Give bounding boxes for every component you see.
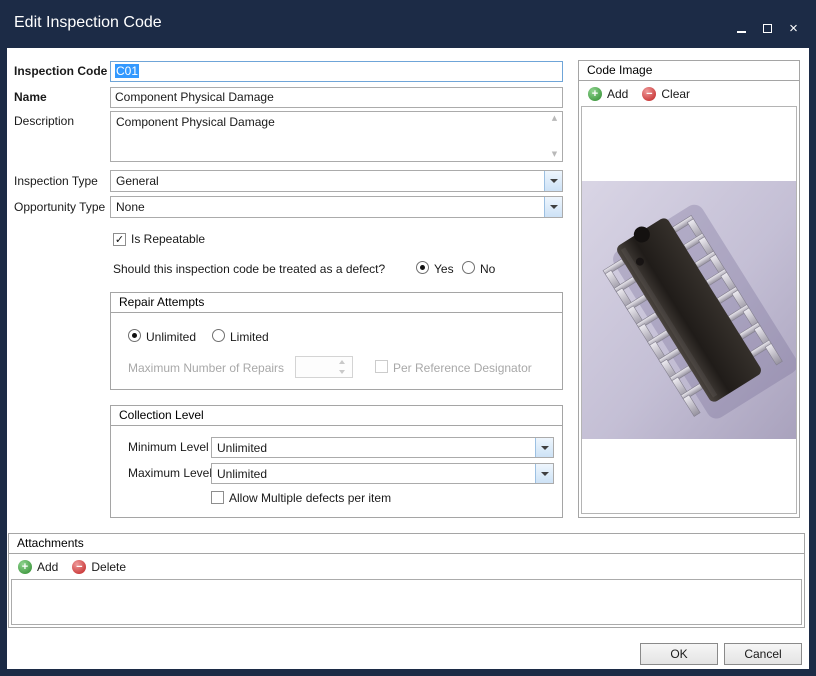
opportunity-type-value: None bbox=[116, 200, 145, 214]
window-title: Edit Inspection Code bbox=[14, 14, 162, 32]
inspection-code-value: C01 bbox=[115, 64, 139, 78]
inspection-type-value: General bbox=[116, 174, 159, 188]
collection-level-group: Collection Level Minimum Level Unlimited… bbox=[110, 405, 563, 518]
limited-radio[interactable] bbox=[212, 329, 225, 342]
window-controls: × bbox=[735, 22, 800, 35]
minimum-level-dropdown-button[interactable] bbox=[535, 438, 553, 457]
description-scrollbar[interactable]: ▲ ▼ bbox=[547, 112, 562, 161]
maximize-button[interactable] bbox=[761, 22, 774, 35]
opportunity-type-label: Opportunity Type bbox=[14, 196, 105, 218]
code-image-clear-button[interactable]: − Clear bbox=[642, 87, 690, 101]
maximum-level-dropdown[interactable]: Unlimited bbox=[211, 463, 554, 484]
opportunity-type-dropdown-button[interactable] bbox=[544, 197, 562, 217]
minimum-level-label: Minimum Level bbox=[128, 437, 209, 458]
chevron-down-icon bbox=[550, 205, 558, 209]
allow-multiple-checkbox[interactable] bbox=[211, 491, 224, 504]
code-image-add-label: Add bbox=[607, 87, 628, 101]
attachments-add-label: Add bbox=[37, 560, 58, 574]
minimum-level-value: Unlimited bbox=[217, 441, 267, 455]
minimize-button[interactable] bbox=[735, 22, 748, 35]
code-image-photo bbox=[582, 181, 796, 439]
inspection-type-label: Inspection Type bbox=[14, 170, 98, 192]
name-input[interactable]: Component Physical Damage bbox=[110, 87, 563, 108]
inspection-type-dropdown-button[interactable] bbox=[544, 171, 562, 191]
allow-multiple-label: Allow Multiple defects per item bbox=[229, 491, 391, 505]
name-label: Name bbox=[14, 87, 47, 108]
attachments-delete-label: Delete bbox=[91, 560, 126, 574]
inspection-code-label: Inspection Code bbox=[14, 61, 107, 82]
inspection-type-dropdown[interactable]: General bbox=[110, 170, 563, 192]
scroll-up-icon[interactable]: ▲ bbox=[552, 115, 557, 122]
is-repeatable-checkbox[interactable]: ✓ bbox=[113, 233, 126, 246]
code-image-group: Code Image + Add − Clear bbox=[578, 60, 800, 518]
description-textarea[interactable]: Component Physical Damage ▲ ▼ bbox=[110, 111, 563, 162]
code-image-add-button[interactable]: + Add bbox=[588, 87, 628, 101]
attachments-list[interactable] bbox=[11, 579, 802, 625]
per-reference-label: Per Reference Designator bbox=[393, 361, 532, 375]
unlimited-radio[interactable] bbox=[128, 329, 141, 342]
attachments-delete-button[interactable]: − Delete bbox=[72, 560, 126, 574]
scroll-down-icon[interactable]: ▼ bbox=[552, 151, 557, 158]
opportunity-type-dropdown[interactable]: None bbox=[110, 196, 563, 218]
maximum-level-dropdown-button[interactable] bbox=[535, 464, 553, 483]
name-value: Component Physical Damage bbox=[115, 90, 274, 104]
maximum-level-value: Unlimited bbox=[217, 467, 267, 481]
code-image-box bbox=[581, 106, 797, 514]
code-image-clear-label: Clear bbox=[661, 87, 690, 101]
clear-icon: − bbox=[642, 87, 656, 101]
add-icon: + bbox=[588, 87, 602, 101]
code-image-toolbar: + Add − Clear bbox=[579, 82, 799, 105]
chevron-down-icon bbox=[541, 472, 549, 476]
unlimited-label: Unlimited bbox=[146, 330, 196, 344]
maximum-level-label: Maximum Level bbox=[128, 463, 212, 484]
collection-level-title: Collection Level bbox=[111, 406, 562, 426]
attachments-add-button[interactable]: + Add bbox=[18, 560, 58, 574]
attachments-toolbar: + Add − Delete bbox=[9, 555, 804, 578]
check-icon: ✓ bbox=[115, 234, 124, 245]
limited-label: Limited bbox=[230, 330, 269, 344]
repair-attempts-title: Repair Attempts bbox=[111, 293, 562, 313]
spinner-arrows-icon bbox=[339, 360, 345, 374]
description-label: Description bbox=[14, 111, 74, 132]
attachments-group: Attachments + Add − Delete bbox=[8, 533, 805, 628]
attachments-title: Attachments bbox=[9, 534, 804, 554]
defect-yes-radio[interactable] bbox=[416, 261, 429, 274]
minimum-level-dropdown[interactable]: Unlimited bbox=[211, 437, 554, 458]
per-reference-checkbox[interactable] bbox=[375, 360, 388, 373]
close-button[interactable]: × bbox=[787, 22, 800, 35]
max-repairs-label: Maximum Number of Repairs bbox=[128, 361, 284, 375]
is-repeatable-label: Is Repeatable bbox=[131, 232, 205, 246]
ok-button[interactable]: OK bbox=[640, 643, 718, 665]
chevron-down-icon bbox=[541, 446, 549, 450]
inspection-code-input[interactable]: C01 bbox=[110, 61, 563, 82]
defect-question-label: Should this inspection code be treated a… bbox=[113, 262, 385, 276]
maximize-icon bbox=[763, 24, 772, 33]
code-image-title: Code Image bbox=[579, 61, 799, 81]
dialog-body: Inspection Code C01 Name Component Physi… bbox=[7, 48, 809, 669]
max-repairs-spinner[interactable] bbox=[295, 356, 353, 378]
cancel-button[interactable]: Cancel bbox=[724, 643, 802, 665]
defect-no-radio[interactable] bbox=[462, 261, 475, 274]
add-icon: + bbox=[18, 560, 32, 574]
delete-icon: − bbox=[72, 560, 86, 574]
repair-attempts-group: Repair Attempts Unlimited Limited Maximu… bbox=[110, 292, 563, 390]
defect-no-label: No bbox=[480, 262, 495, 276]
defect-yes-label: Yes bbox=[434, 262, 454, 276]
chevron-down-icon bbox=[550, 179, 558, 183]
description-value: Component Physical Damage bbox=[116, 115, 275, 129]
minimize-icon bbox=[737, 31, 746, 33]
titlebar: Edit Inspection Code × bbox=[0, 0, 816, 48]
